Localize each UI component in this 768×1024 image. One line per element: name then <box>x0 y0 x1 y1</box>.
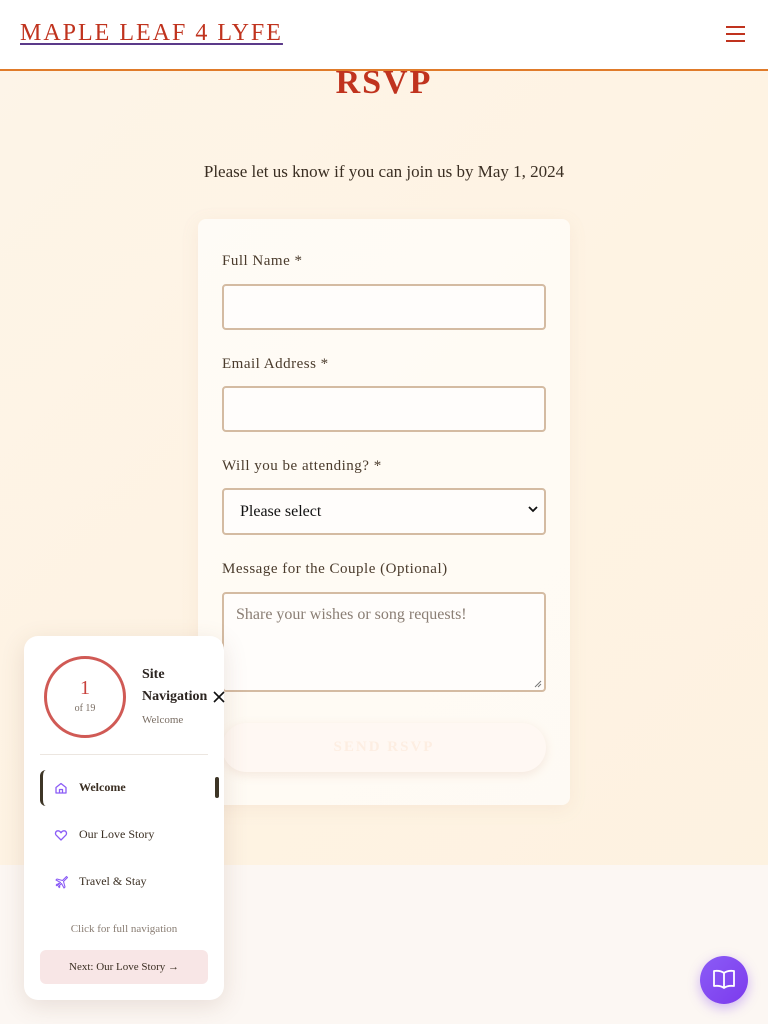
resize-handle-icon[interactable] <box>534 680 542 688</box>
plane-icon <box>55 875 68 889</box>
chevron-down-icon <box>528 506 538 513</box>
nav-item-our-love-story[interactable]: Our Love Story <box>40 817 208 853</box>
next-section-button[interactable]: Next: Our Love Story → <box>40 950 208 984</box>
send-rsvp-button[interactable]: SEND RSVP <box>222 723 546 772</box>
site-navigation-panel: 1 of 19 Site Navigation Welcome Welcome … <box>24 636 226 1000</box>
nav-item-label: Travel & Stay <box>79 874 147 888</box>
home-icon <box>55 782 67 794</box>
heart-icon <box>54 830 68 841</box>
progress-current: 1 <box>80 677 90 699</box>
nav-item-welcome[interactable]: Welcome <box>40 770 219 806</box>
book-navigation-button[interactable] <box>700 956 748 1004</box>
attending-label: Will you be attending? * <box>222 458 382 474</box>
hamburger-menu-icon[interactable] <box>726 26 746 42</box>
message-textarea[interactable]: Share your wishes or song requests! <box>222 592 546 692</box>
attending-select-value: Please select <box>240 503 322 520</box>
nav-panel-title: Site Navigation <box>142 667 208 704</box>
nav-item-travel-stay[interactable]: Travel & Stay <box>40 864 208 900</box>
progress-ring: 1 of 19 <box>44 656 126 738</box>
email-label: Email Address * <box>222 356 329 372</box>
attending-select[interactable]: Please select <box>222 488 546 535</box>
nav-current-section: Welcome <box>142 714 184 726</box>
rsvp-intro-text: Please let us know if you can join us by… <box>203 162 565 181</box>
active-indicator <box>215 777 219 798</box>
email-input[interactable] <box>222 386 546 432</box>
full-name-label: Full Name * <box>222 253 303 269</box>
nav-item-label: Welcome <box>79 780 126 794</box>
message-placeholder: Share your wishes or song requests! <box>236 606 467 623</box>
message-label: Message for the Couple (Optional) <box>222 561 448 577</box>
close-icon[interactable] <box>212 690 226 704</box>
nav-divider <box>40 754 208 755</box>
book-open-icon <box>713 969 735 989</box>
full-name-input[interactable] <box>222 284 546 330</box>
progress-total: of 19 <box>74 703 96 714</box>
site-brand-link[interactable]: MAPLE LEAF 4 LYFE <box>20 20 283 47</box>
site-header: MAPLE LEAF 4 LYFE <box>0 0 768 71</box>
nav-hint-text[interactable]: Click for full navigation <box>24 923 224 935</box>
nav-item-label: Our Love Story <box>79 827 155 841</box>
